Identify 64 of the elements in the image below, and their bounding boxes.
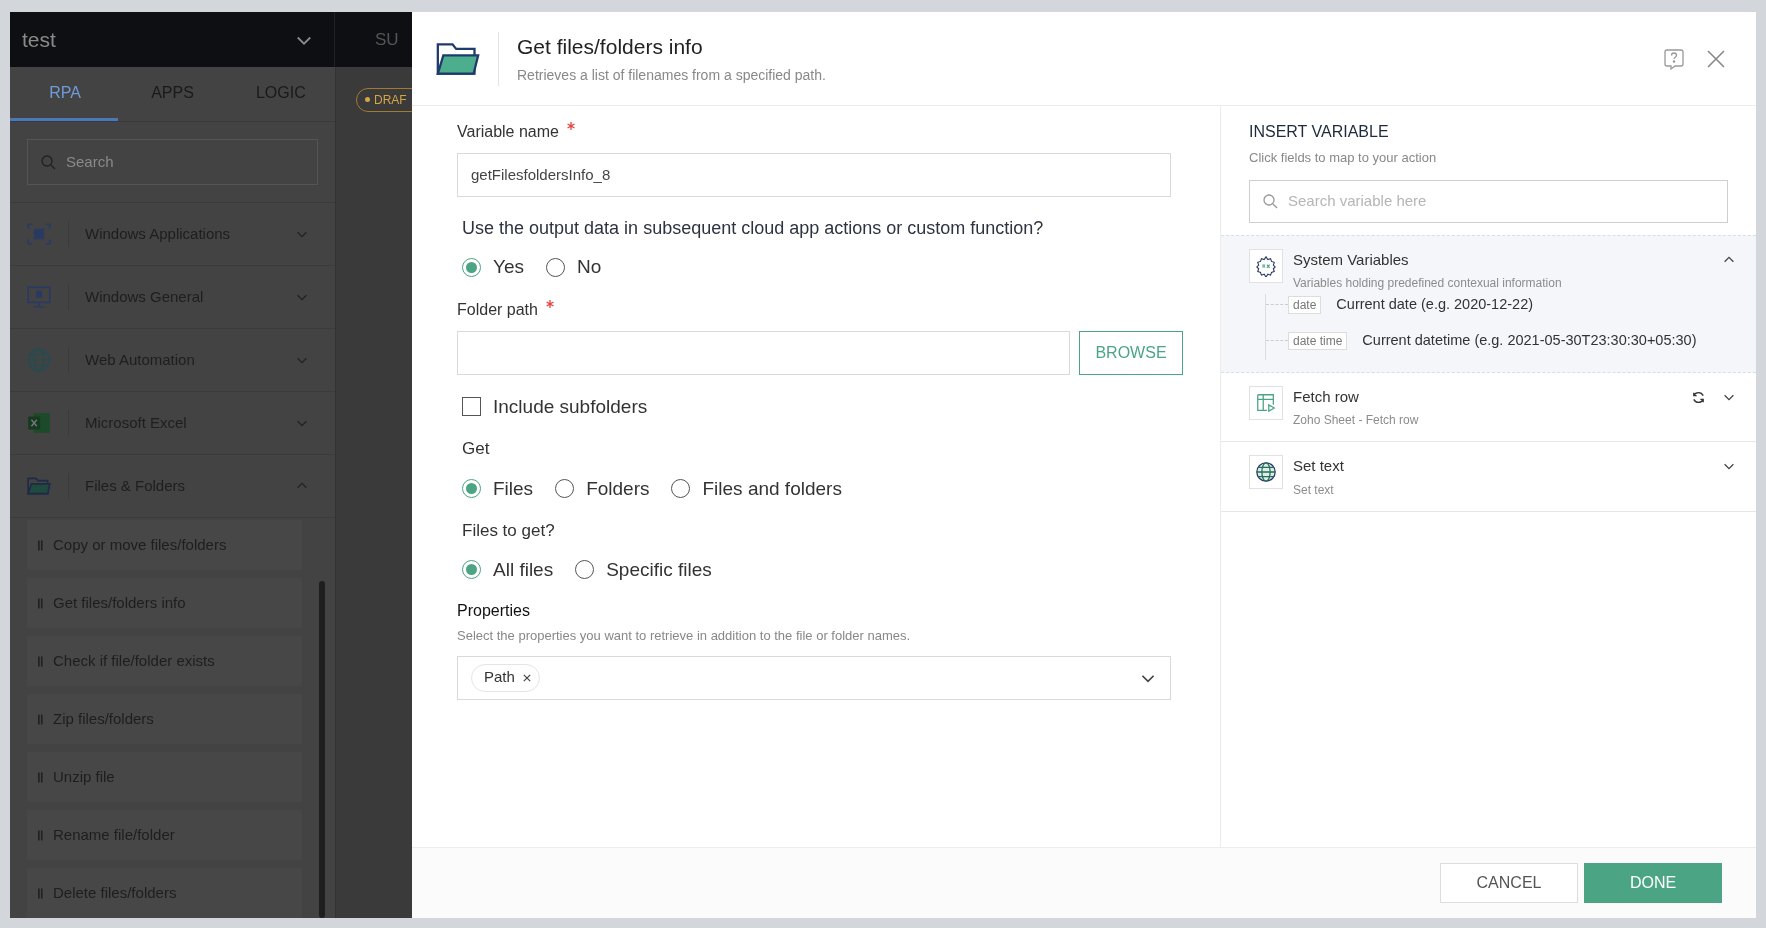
variable-group[interactable]: Fetch row Zoho Sheet - Fetch row: [1221, 372, 1756, 442]
help-icon[interactable]: [1662, 46, 1686, 71]
variable-group[interactable]: Set text Set text: [1221, 442, 1756, 512]
scrollbar[interactable]: [319, 581, 325, 918]
cancel-button[interactable]: CANCEL: [1440, 863, 1578, 903]
drag-handle-icon[interactable]: [38, 597, 43, 609]
radio-option[interactable]: All files: [462, 555, 554, 584]
radio-option[interactable]: Files and folders: [671, 474, 842, 503]
field-label: Variable name: [457, 122, 559, 142]
globe-icon: [26, 347, 52, 373]
radio-option[interactable]: No: [546, 253, 602, 282]
drag-handle-icon[interactable]: [38, 829, 43, 841]
drag-handle-icon[interactable]: [38, 539, 43, 551]
drag-handle-icon[interactable]: [38, 771, 43, 783]
drag-handle-icon[interactable]: [38, 713, 43, 725]
field-label: Properties: [457, 601, 531, 621]
search-icon: [1262, 193, 1278, 209]
dialog-subtitle: Retrieves a list of filenames from a specified path.: [517, 66, 827, 86]
table-icon: [1255, 391, 1277, 414]
group-label: Get: [462, 438, 491, 460]
refresh-icon[interactable]: [1691, 389, 1706, 405]
panel-title: INSERT VARIABLE: [1249, 122, 1390, 142]
variable-tag: date: [1288, 295, 1322, 314]
drag-handle-icon[interactable]: [38, 655, 43, 667]
variable-group[interactable]: System Variables Variables holding predefined contexual information date Current date (e.g. 2020-12-22) date time Current datetime (e.g. 2021-05-30T23:30:30+05:30): [1221, 234, 1756, 373]
search-icon: [40, 154, 56, 170]
radio-option[interactable]: Folders: [555, 474, 650, 503]
spreadsheet-icon: [26, 410, 52, 436]
radio-option[interactable]: Specific files: [575, 555, 712, 584]
group-title: Fetch row: [1293, 386, 1360, 407]
group-subtitle: Set text: [1293, 481, 1335, 499]
close-icon[interactable]: [1706, 48, 1726, 69]
monitor-icon: [26, 284, 52, 310]
top-tab[interactable]: SU: [375, 26, 399, 53]
variable-item[interactable]: date time Current datetime (e.g. 2021-05-30T23:30:30+05:30): [1266, 329, 1728, 352]
group-label: Files to get?: [462, 520, 556, 542]
group-subtitle: Zoho Sheet - Fetch row: [1293, 412, 1420, 429]
project-name: test: [22, 26, 56, 53]
variable-tag: date time: [1288, 331, 1348, 350]
radio-option[interactable]: Files: [462, 474, 534, 503]
remove-icon[interactable]: [522, 673, 531, 682]
folder-path-field[interactable]: [457, 330, 1070, 375]
field-description: Select the properties you want to retrieve in addition to the file or folder names.: [457, 627, 912, 645]
variable-name-field[interactable]: getFilesfoldersInfo_8: [457, 153, 1171, 197]
drag-handle-icon[interactable]: [38, 887, 43, 899]
app-window-icon: [26, 221, 52, 247]
properties-select[interactable]: Path: [457, 655, 1171, 700]
sidebar-tab[interactable]: RPA: [10, 67, 119, 121]
gear-icon: [1255, 254, 1277, 277]
radio-option[interactable]: Yes: [462, 253, 524, 282]
done-button[interactable]: DONE: [1584, 863, 1722, 903]
group-subtitle: Variables holding predefined contexual information: [1293, 275, 1563, 292]
group-title: System Variables: [1293, 249, 1410, 270]
group-title: Set text: [1293, 456, 1345, 476]
globe-icon: [1255, 461, 1277, 483]
search-field[interactable]: Search: [27, 139, 318, 185]
question-label: Use the output data in subsequent cloud app actions or custom function?: [462, 217, 1045, 240]
field-label: Folder path: [457, 299, 538, 320]
include-subfolders-checkbox[interactable]: Include subfolders: [462, 392, 1183, 421]
variable-search-field[interactable]: Search variable here: [1249, 179, 1728, 223]
browse-button[interactable]: BROWSE: [1079, 330, 1183, 375]
variable-item[interactable]: date Current date (e.g. 2020-12-22): [1266, 294, 1728, 316]
dialog-title: Get files/folders info: [517, 33, 704, 60]
panel-subtitle: Click fields to map to your action: [1249, 149, 1438, 167]
